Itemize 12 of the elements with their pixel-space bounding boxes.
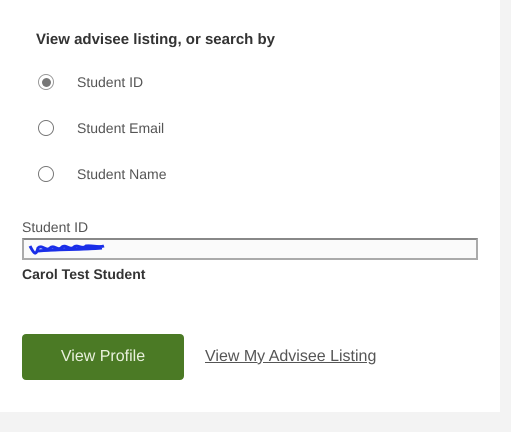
radio-button[interactable] <box>38 120 54 136</box>
student-name: Carol Test Student <box>22 266 146 282</box>
radio-label[interactable]: Student ID <box>77 74 144 90</box>
radio-label[interactable]: Student Name <box>77 166 166 182</box>
view-profile-button[interactable]: View Profile <box>22 334 184 380</box>
advisee-listing-link[interactable]: View My Advisee Listing <box>205 348 376 366</box>
radio-label[interactable]: Student Email <box>77 120 164 136</box>
section-heading: View advisee listing, or search by <box>36 30 276 50</box>
field-label: Student ID <box>22 218 90 236</box>
input-field[interactable] <box>22 238 478 260</box>
radio-button[interactable] <box>38 166 54 182</box>
radio-button[interactable] <box>38 74 54 90</box>
